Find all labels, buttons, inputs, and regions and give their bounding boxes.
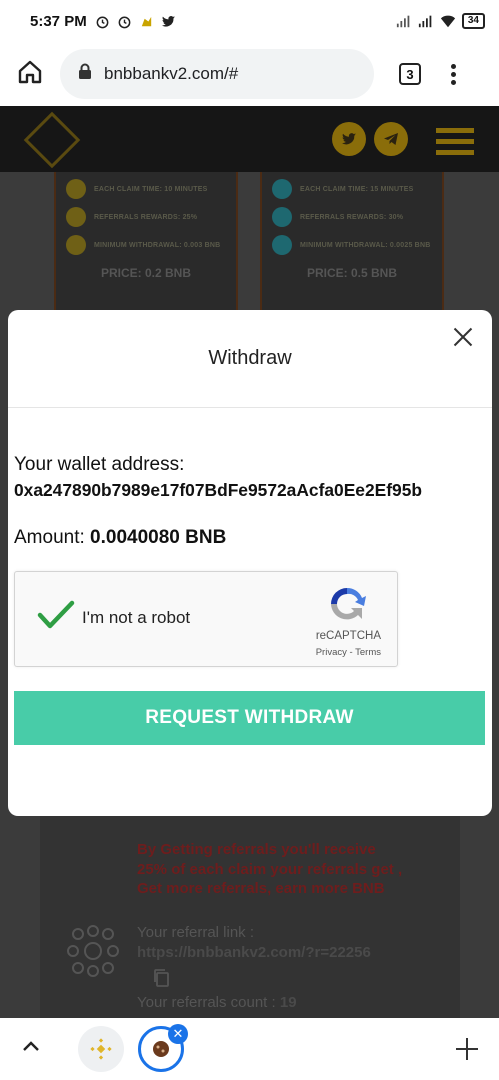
address-bar[interactable]: bnbbankv2.com/# [60, 49, 374, 99]
plan-price: PRICE: 0.5 BNB [306, 266, 398, 280]
overflow-menu-icon[interactable] [451, 63, 456, 85]
battery-icon: 34 [461, 13, 485, 29]
signal-icon [418, 13, 434, 29]
plan-feature: REFERRALS REWARDS: 25% [66, 206, 236, 228]
plan-feature: MINIMUM WITHDRAWAL: 0.003 BNB [66, 234, 236, 256]
wallet-address-label: Your wallet address: [14, 454, 185, 475]
tab-switcher-button[interactable]: 3 [399, 63, 421, 85]
network-icon [66, 924, 120, 978]
plan-price: PRICE: 0.2 BNB [100, 266, 192, 280]
site-header [0, 106, 499, 172]
site-logo [23, 111, 81, 169]
withdraw-modal: Withdraw Your wallet address: 0xa247890b… [8, 310, 492, 816]
twitter-icon [161, 13, 177, 29]
url-text: bnbbankv2.com/# [104, 64, 239, 83]
cookie-icon [153, 1041, 169, 1057]
lock-icon [78, 63, 92, 85]
referral-link[interactable]: https://bnbbankv2.com/?r=22256 [137, 944, 371, 961]
modal-header: Withdraw [8, 310, 492, 408]
clock-icon [117, 13, 133, 29]
telegram-icon[interactable] [374, 122, 408, 156]
new-tab-icon[interactable] [456, 1038, 478, 1060]
home-icon[interactable] [16, 58, 44, 91]
referral-link-label: Your referral link : [137, 924, 254, 941]
recaptcha-label: I'm not a robot [82, 608, 191, 627]
browser-toolbar: bnbbankv2.com/# 3 [0, 42, 499, 106]
recaptcha-logo-icon [331, 587, 366, 620]
plus-icon [66, 235, 86, 255]
recaptcha-brand: reCAPTCHA [315, 630, 381, 642]
request-withdraw-button[interactable]: REQUEST WITHDRAW [14, 691, 485, 745]
app-icon [139, 13, 155, 29]
recaptcha-privacy-terms[interactable]: Privacy - Terms [316, 647, 381, 658]
modal-body: Your wallet address: 0xa247890b7989e17f0… [8, 408, 492, 745]
amount-line: Amount: 0.0040080 BNB [14, 527, 486, 549]
checkmark-icon[interactable] [37, 600, 75, 630]
alarm-icon [95, 13, 111, 29]
plus-icon [272, 179, 292, 199]
status-bar: 5:37 PM 34 [0, 0, 499, 42]
copy-icon[interactable] [152, 968, 170, 988]
referral-count: Your referrals count : 19 [137, 994, 297, 1011]
signal-icon [396, 13, 412, 29]
plan-feature: MINIMUM WITHDRAWAL: 0.0025 BNB [272, 234, 442, 256]
plan-feature: EACH CLAIM TIME: 10 MINUTES [66, 178, 236, 200]
hamburger-menu-icon[interactable] [436, 128, 474, 155]
recaptcha-widget[interactable]: I'm not a robot reCAPTCHA Privacy - Term… [14, 571, 398, 667]
referral-promo-text: By Getting referrals you'll receive 25% … [137, 841, 403, 897]
wifi-icon [440, 13, 456, 29]
plan-card-2: EACH CLAIM TIME: 15 MINUTES REFERRALS RE… [260, 172, 444, 322]
close-icon[interactable] [452, 326, 474, 348]
plan-card-1: EACH CLAIM TIME: 10 MINUTES REFERRALS RE… [54, 172, 238, 322]
plus-icon [66, 179, 86, 199]
amount-value: 0.0040080 BNB [90, 527, 227, 548]
status-notification-icons [95, 13, 177, 29]
binance-icon [90, 1038, 112, 1060]
browser-bottom-bar: ✕ [0, 1018, 499, 1080]
twitter-icon[interactable] [332, 122, 366, 156]
tab-thumbnail-binance[interactable] [78, 1026, 124, 1072]
plus-icon [66, 207, 86, 227]
wallet-address-value: 0xa247890b7989e17f07BdFe9572aAcfa0Ee2Ef9… [14, 480, 423, 500]
plan-feature: REFERRALS REWARDS: 30% [272, 206, 442, 228]
amount-label: Amount: [14, 527, 91, 548]
plus-icon [272, 235, 292, 255]
modal-title: Withdraw [208, 347, 292, 369]
plan-feature: EACH CLAIM TIME: 15 MINUTES [272, 178, 442, 200]
plus-icon [272, 207, 292, 227]
chevron-up-icon[interactable] [22, 1038, 40, 1056]
status-system-icons: 34 [396, 13, 485, 29]
status-time: 5:37 PM [30, 12, 87, 30]
close-tab-icon[interactable]: ✕ [168, 1024, 188, 1044]
